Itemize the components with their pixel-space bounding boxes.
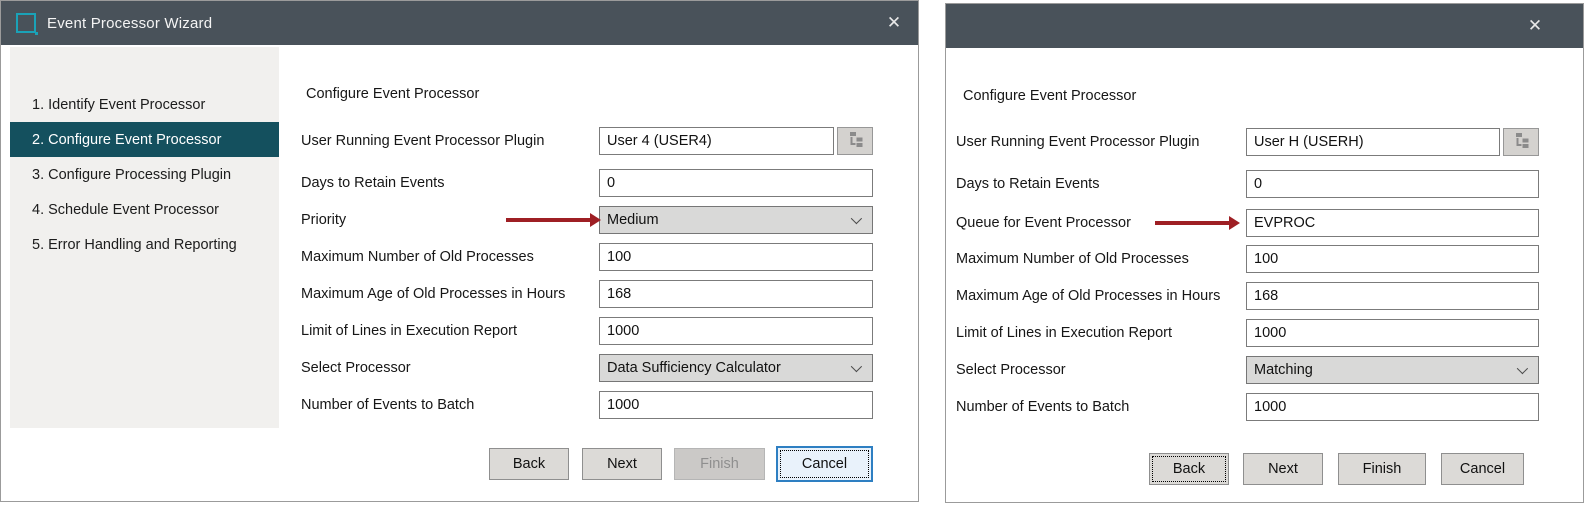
event-processor-wizard-dialog: Event Processor Wizard ✕ 1. Identify Eve… xyxy=(0,0,919,502)
form-row: Limit of Lines in Execution Report 1000 xyxy=(956,319,1539,347)
field-label: Maximum Age of Old Processes in Hours xyxy=(956,282,1220,310)
next-button[interactable]: Next xyxy=(582,448,662,480)
field-label: Queue for Event Processor xyxy=(956,209,1131,237)
field-label: Maximum Number of Old Processes xyxy=(301,243,534,271)
chevron-down-icon xyxy=(851,361,862,372)
back-button[interactable]: Back xyxy=(1149,453,1229,485)
field-label: Days to Retain Events xyxy=(301,169,444,197)
app-window-icon xyxy=(16,13,36,33)
form-row: Select Processor Data Sufficiency Calcul… xyxy=(301,354,873,382)
page-title: Configure Event Processor xyxy=(306,86,479,102)
form-row: Number of Events to Batch 1000 xyxy=(956,393,1539,421)
cancel-button[interactable]: Cancel xyxy=(776,446,873,482)
field-label: Select Processor xyxy=(301,354,411,382)
form-row: Maximum Number of Old Processes 100 xyxy=(301,243,873,271)
limit-lines-report-field[interactable]: 1000 xyxy=(1246,319,1539,347)
field-label: Limit of Lines in Execution Report xyxy=(301,317,517,345)
close-icon[interactable]: ✕ xyxy=(1513,4,1557,48)
close-icon[interactable]: ✕ xyxy=(872,1,916,45)
limit-lines-report-field[interactable]: 1000 xyxy=(599,317,873,345)
sidebar-item-configure-processing-plugin[interactable]: 3. Configure Processing Plugin xyxy=(10,157,279,192)
title-bar: ✕ xyxy=(946,4,1583,48)
max-age-old-processes-field[interactable]: 168 xyxy=(599,280,873,308)
sidebar-item-identify-event-processor[interactable]: 1. Identify Event Processor xyxy=(10,87,279,122)
chevron-down-icon xyxy=(1517,363,1528,374)
annotation-arrow-queue xyxy=(1155,216,1240,230)
priority-value: Medium xyxy=(607,212,659,228)
field-label: Number of Events to Batch xyxy=(956,393,1129,421)
page-title: Configure Event Processor xyxy=(963,88,1136,104)
event-processor-wizard-dialog-cropped: ✕ Configure Event Processor User Running… xyxy=(945,3,1584,503)
events-to-batch-field[interactable]: 1000 xyxy=(599,391,873,419)
events-to-batch-field[interactable]: 1000 xyxy=(1246,393,1539,421)
form-row: User Running Event Processor Plugin User… xyxy=(301,127,873,155)
field-label: Maximum Number of Old Processes xyxy=(956,245,1189,273)
form-row: Days to Retain Events 0 xyxy=(301,169,873,197)
max-old-processes-field[interactable]: 100 xyxy=(1246,245,1539,273)
priority-dropdown[interactable]: Medium xyxy=(599,206,873,234)
select-processor-value: Data Sufficiency Calculator xyxy=(607,360,781,376)
field-label: User Running Event Processor Plugin xyxy=(956,128,1199,156)
tree-browse-icon xyxy=(847,131,863,152)
form-row: Maximum Age of Old Processes in Hours 16… xyxy=(301,280,873,308)
max-age-old-processes-field[interactable]: 168 xyxy=(1246,282,1539,310)
form-row: Maximum Number of Old Processes 100 xyxy=(956,245,1539,273)
finish-button[interactable]: Finish xyxy=(1338,453,1426,485)
cancel-button[interactable]: Cancel xyxy=(1441,453,1524,485)
wizard-steps-sidebar: 1. Identify Event Processor 2. Configure… xyxy=(10,47,279,428)
sidebar-item-error-handling-and-reporting[interactable]: 5. Error Handling and Reporting xyxy=(10,227,279,262)
form-row: Queue for Event Processor EVPROC xyxy=(956,209,1539,237)
browse-user-button[interactable] xyxy=(1503,128,1539,156)
user-running-plugin-field[interactable]: User 4 (USER4) xyxy=(599,127,834,155)
browse-user-button[interactable] xyxy=(837,127,873,155)
field-label: Maximum Age of Old Processes in Hours xyxy=(301,280,565,308)
chevron-down-icon xyxy=(851,213,862,224)
sidebar-item-configure-event-processor[interactable]: 2. Configure Event Processor xyxy=(10,122,279,157)
select-processor-dropdown[interactable]: Matching xyxy=(1246,356,1539,384)
form-row: Select Processor Matching xyxy=(956,356,1539,384)
annotation-arrow-priority xyxy=(506,213,601,227)
field-label: Limit of Lines in Execution Report xyxy=(956,319,1172,347)
form-row: Days to Retain Events 0 xyxy=(956,170,1539,198)
field-label: Select Processor xyxy=(956,356,1066,384)
sidebar-item-schedule-event-processor[interactable]: 4. Schedule Event Processor xyxy=(10,192,279,227)
title-bar: Event Processor Wizard ✕ xyxy=(1,1,918,45)
field-label: User Running Event Processor Plugin xyxy=(301,127,544,155)
select-processor-dropdown[interactable]: Data Sufficiency Calculator xyxy=(599,354,873,382)
queue-for-event-processor-field[interactable]: EVPROC xyxy=(1246,209,1539,237)
finish-button: Finish xyxy=(674,448,765,480)
select-processor-value: Matching xyxy=(1254,362,1313,378)
form-row: Number of Events to Batch 1000 xyxy=(301,391,873,419)
form-row: Maximum Age of Old Processes in Hours 16… xyxy=(956,282,1539,310)
form-row: User Running Event Processor Plugin User… xyxy=(956,128,1539,156)
days-to-retain-events-field[interactable]: 0 xyxy=(599,169,873,197)
days-to-retain-events-field[interactable]: 0 xyxy=(1246,170,1539,198)
form-row: Limit of Lines in Execution Report 1000 xyxy=(301,317,873,345)
field-label: Number of Events to Batch xyxy=(301,391,474,419)
back-button[interactable]: Back xyxy=(489,448,569,480)
field-label: Days to Retain Events xyxy=(956,170,1099,198)
next-button[interactable]: Next xyxy=(1243,453,1323,485)
max-old-processes-field[interactable]: 100 xyxy=(599,243,873,271)
tree-browse-icon xyxy=(1513,132,1529,153)
user-running-plugin-field[interactable]: User H (USERH) xyxy=(1246,128,1500,156)
window-title: Event Processor Wizard xyxy=(47,15,212,32)
field-label: Priority xyxy=(301,206,346,234)
